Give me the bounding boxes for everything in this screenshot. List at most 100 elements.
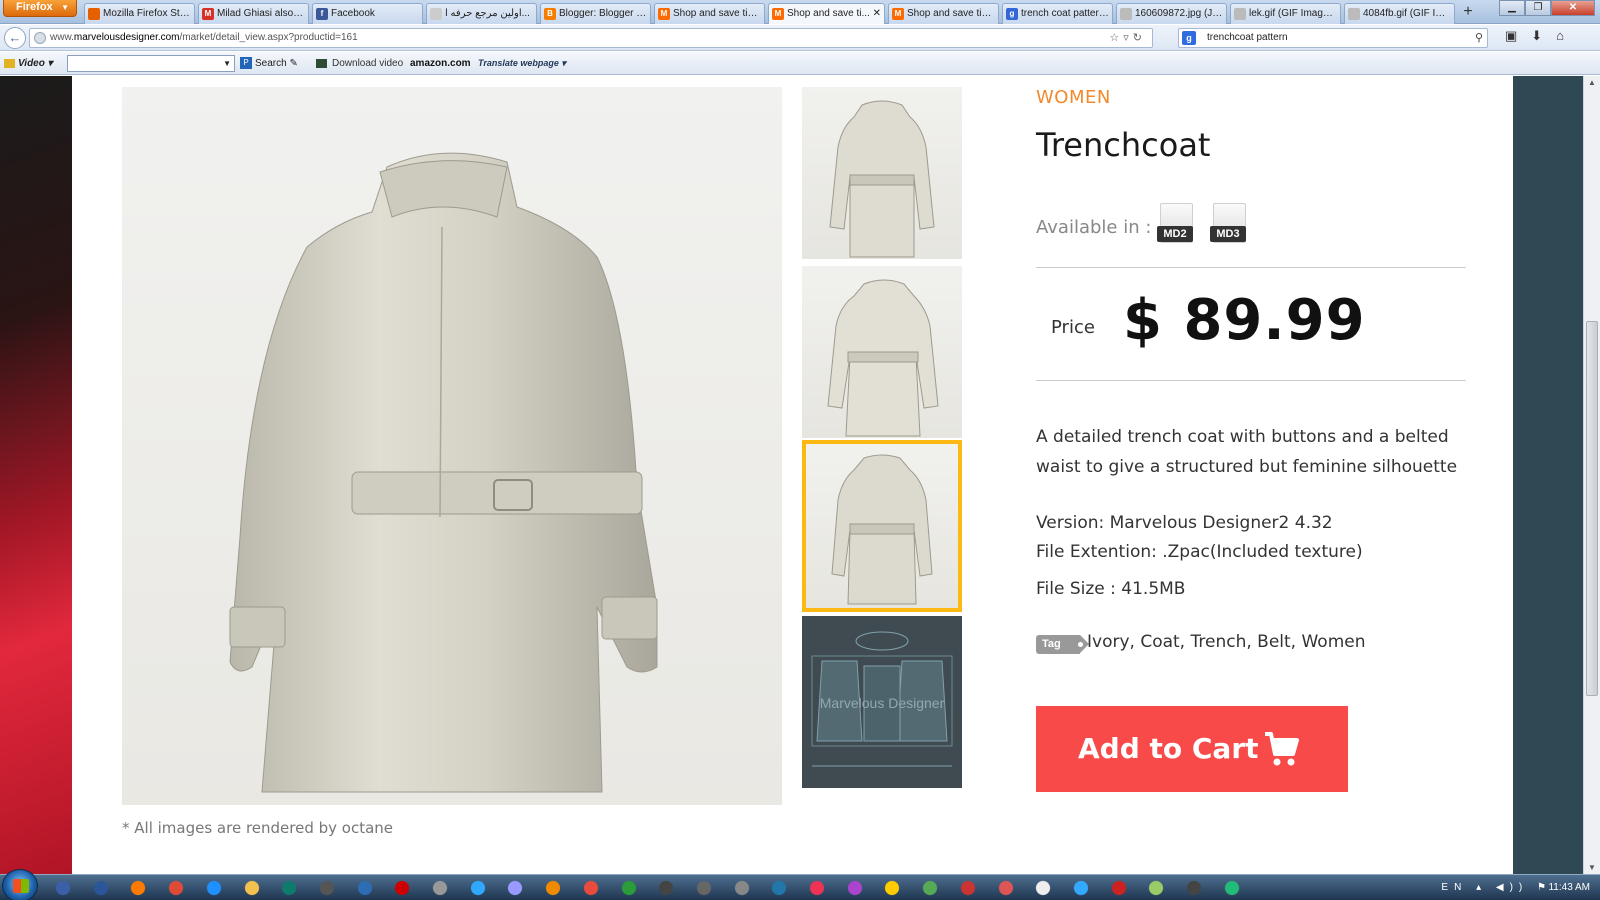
background-right-decoration xyxy=(1513,76,1583,874)
browser-tab[interactable]: 4084fb.gif (GIF Ima... xyxy=(1344,3,1455,24)
taskbar-app-icon[interactable] xyxy=(806,878,828,898)
translate-button[interactable]: Translate webpage ▾ xyxy=(478,52,566,75)
trenchcoat-back-thumbnail xyxy=(831,454,933,605)
close-tab-icon[interactable]: ✕ xyxy=(873,4,881,23)
language-indicator[interactable]: EN xyxy=(1441,882,1467,893)
taskbar-app-icon[interactable] xyxy=(730,878,753,898)
taskbar-app-icon[interactable] xyxy=(1220,878,1243,898)
window-controls: ▁ ❐ ✕ xyxy=(1499,0,1595,16)
product-thumbnail[interactable] xyxy=(802,87,962,259)
product-page: Marvelous Designer * All images are rend… xyxy=(72,76,1513,874)
close-window-icon[interactable]: ✕ xyxy=(1551,0,1595,16)
taskbar-app-icon[interactable] xyxy=(504,878,527,898)
maximize-icon[interactable]: ❐ xyxy=(1525,0,1551,16)
toolbar-search-button[interactable]: P Search ✎ xyxy=(240,52,298,75)
page-icon xyxy=(430,8,442,20)
browser-tab[interactable]: اولین مرجع حرفه ا... xyxy=(426,3,537,24)
add-to-cart-button[interactable]: Add to Cart xyxy=(1036,706,1348,792)
scroll-up-icon[interactable]: ▲ xyxy=(1588,78,1596,87)
image-icon xyxy=(1120,8,1132,20)
watermark-text: Marvelous Designer xyxy=(820,695,945,711)
bookmark-star-icon[interactable]: ☆▿↻ xyxy=(1109,29,1146,47)
pattern-layout-thumbnail: Marvelous Designer xyxy=(811,631,953,767)
taskbar-app-icon[interactable] xyxy=(391,878,414,898)
pattern-thumbnail[interactable]: Marvelous Designer xyxy=(802,616,962,788)
taskbar-app-icon[interactable] xyxy=(994,878,1017,898)
taskbar-app-icon[interactable] xyxy=(655,878,678,898)
back-button[interactable]: ← xyxy=(4,27,26,49)
facebook-icon: f xyxy=(316,8,328,20)
browser-tab[interactable]: 160609872.jpg (JPE... xyxy=(1116,3,1227,24)
firefox-menu-button[interactable]: Firefox ▼ xyxy=(3,0,77,17)
taskbar-app-icon[interactable] xyxy=(881,878,904,898)
search-magnifier-icon[interactable]: ⚲ xyxy=(1475,29,1483,47)
price-value: $ 89.99 xyxy=(1123,288,1366,353)
search-text: trenchcoat pattern xyxy=(1207,32,1288,43)
browser-tab[interactable]: B Blogger: Blogger D... xyxy=(540,3,651,24)
new-tab-button[interactable]: + xyxy=(1459,4,1477,22)
taskbar-app-icon[interactable] xyxy=(429,878,451,898)
download-video-button[interactable]: Download video xyxy=(316,52,403,75)
scroll-down-icon[interactable]: ▼ xyxy=(1588,863,1596,872)
taskbar-app-icon[interactable] xyxy=(1032,878,1055,898)
browser-tab[interactable]: g trench coat pattern... xyxy=(1002,3,1113,24)
browser-tab[interactable]: M Shop and save time... xyxy=(654,3,765,24)
taskbar-app-icon[interactable] xyxy=(353,878,376,898)
browser-tab[interactable]: f Facebook xyxy=(312,3,423,24)
toolbar-search-combo[interactable]: ▼ xyxy=(67,55,235,72)
taskbar-app-icon[interactable] xyxy=(165,878,188,898)
taskbar-clock[interactable]: 11:43 AM xyxy=(1548,875,1590,900)
scrollbar-thumb[interactable] xyxy=(1586,321,1598,696)
taskbar-app-icon[interactable] xyxy=(1069,878,1092,898)
taskbar-app-icon[interactable] xyxy=(542,878,565,898)
taskbar-app-icon[interactable] xyxy=(1107,878,1130,898)
taskbar-app-icon[interactable] xyxy=(617,878,640,898)
taskbar-app-icon[interactable] xyxy=(768,878,791,898)
file-size-info: File Size : 41.5MB xyxy=(1036,579,1186,599)
taskbar-app-icon[interactable] xyxy=(843,878,866,898)
video-toolbar-button[interactable]: Video ▾ xyxy=(4,52,53,75)
taskbar-app-icon[interactable] xyxy=(315,878,338,898)
blogger-icon: B xyxy=(544,8,556,20)
md3-format-icon: MD3 xyxy=(1210,203,1250,245)
product-thumbnail[interactable] xyxy=(802,266,962,438)
tag-list[interactable]: Ivory, Coat, Trench, Belt, Women xyxy=(1087,632,1365,652)
browser-tab-active[interactable]: M Shop and save ti... ✕ xyxy=(768,3,885,24)
available-in-label: Available in : xyxy=(1036,217,1152,238)
google-search-engine-icon[interactable]: g xyxy=(1182,31,1196,45)
render-caption: * All images are rendered by octane xyxy=(122,819,394,837)
address-bar[interactable]: www.marvelousdesigner.com/market/detail_… xyxy=(29,28,1153,48)
browser-tab[interactable]: Mozilla Firefox Start... xyxy=(84,3,195,24)
price-label: Price xyxy=(1051,317,1095,338)
taskbar-app-icon[interactable] xyxy=(956,878,979,898)
start-button[interactable] xyxy=(2,869,38,900)
taskbar-app-icon[interactable] xyxy=(579,878,602,898)
taskbar-app-icon[interactable] xyxy=(278,878,301,898)
minimize-icon[interactable]: ▁ xyxy=(1499,0,1525,16)
amazon-button[interactable]: amazon.com xyxy=(410,52,471,75)
taskbar-app-icon[interactable] xyxy=(127,878,150,898)
taskbar-app-icon[interactable] xyxy=(202,878,225,898)
taskbar-app-icon[interactable] xyxy=(466,878,489,898)
tab-list: Mozilla Firefox Start... M Milad Ghiasi al… xyxy=(84,3,1458,24)
google-icon: g xyxy=(1006,8,1018,20)
main-product-image[interactable] xyxy=(122,87,782,805)
nav-toolbar-icons[interactable]: ▣⬇⌂ xyxy=(1505,28,1595,48)
taskbar-app-icon[interactable] xyxy=(240,878,263,898)
site-identity-icon[interactable] xyxy=(34,32,46,44)
browser-tab[interactable]: M Milad Ghiasi also c... xyxy=(198,3,309,24)
taskbar-app-icon[interactable] xyxy=(89,878,112,898)
browser-tab[interactable]: M Shop and save time... xyxy=(888,3,999,24)
product-category[interactable]: WOMEN xyxy=(1036,87,1111,108)
page-scrollbar[interactable]: ▲ ▼ xyxy=(1583,76,1600,874)
taskbar-app-icon[interactable] xyxy=(692,878,715,898)
taskbar-app-icon[interactable] xyxy=(1145,878,1168,898)
tab-strip: Firefox ▼ Mozilla Firefox Start... M Milad … xyxy=(0,0,1600,24)
browser-tab[interactable]: lek.gif (GIF Image, ... xyxy=(1230,3,1341,24)
taskbar-app-icon[interactable] xyxy=(52,878,74,898)
product-thumbnail-selected[interactable] xyxy=(802,440,962,612)
gmail-icon: M xyxy=(202,8,214,20)
taskbar-app-icon[interactable] xyxy=(919,878,942,898)
taskbar-app-icon[interactable] xyxy=(1183,878,1205,898)
search-bar[interactable]: g trenchcoat pattern ⚲ xyxy=(1178,28,1488,48)
